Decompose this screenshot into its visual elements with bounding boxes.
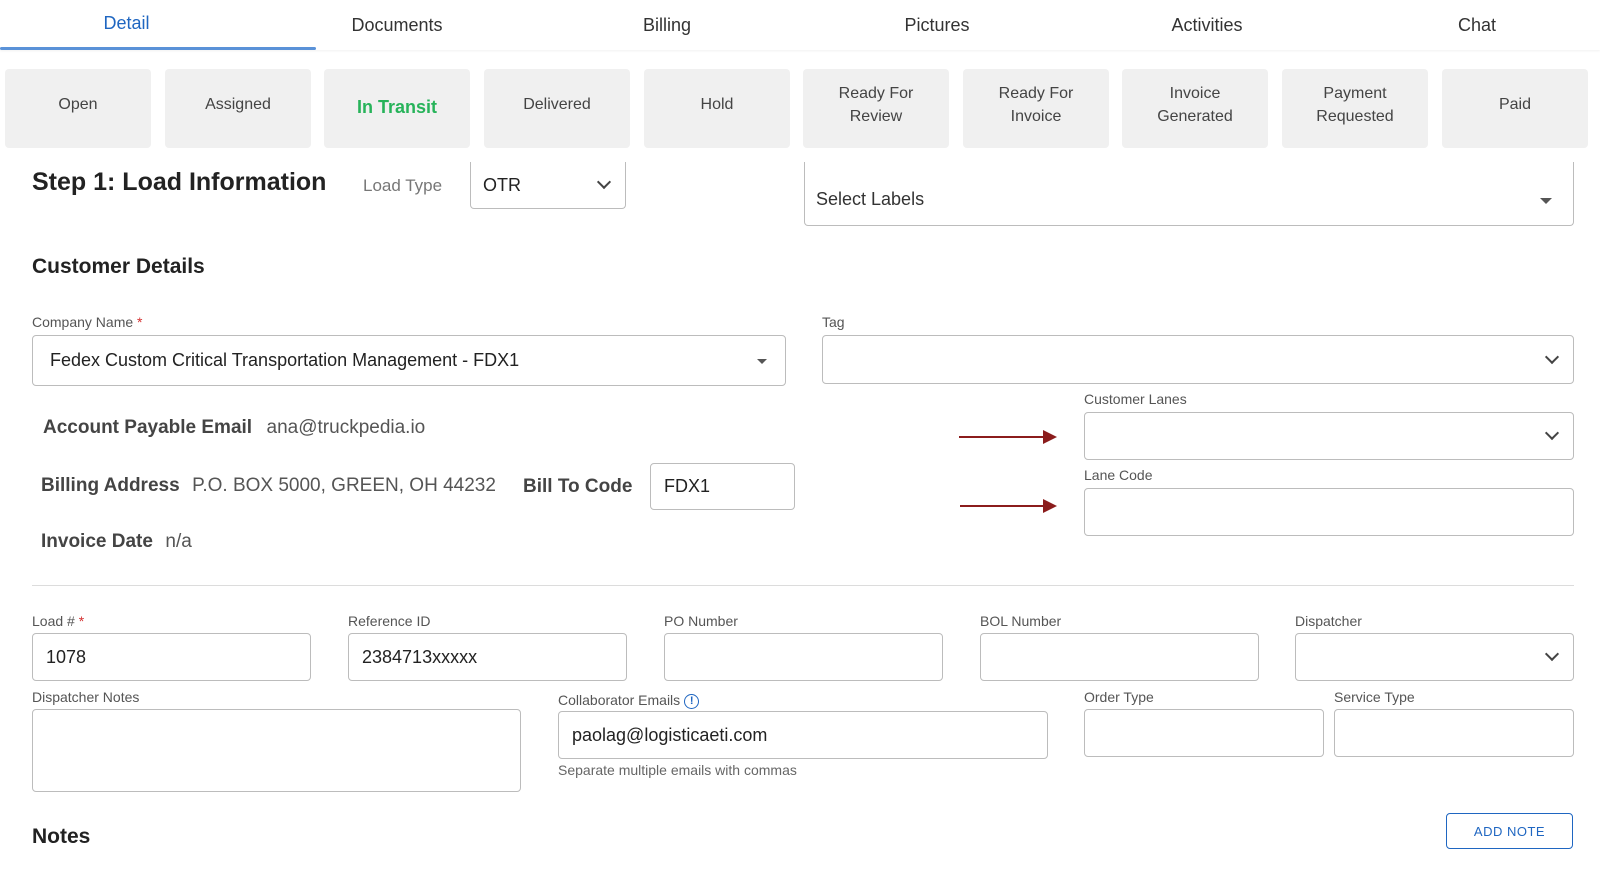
status-ready-for-invoice[interactable]: Ready For Invoice — [963, 69, 1109, 148]
company-name-value: Fedex Custom Critical Transportation Man… — [50, 350, 520, 370]
customer-details-heading: Customer Details — [32, 255, 205, 278]
dispatcher-label: Dispatcher — [1295, 613, 1362, 629]
status-invoice-generated[interactable]: Invoice Generated — [1122, 69, 1268, 148]
load-type-label: Load Type — [363, 176, 443, 195]
po-number-label: PO Number — [664, 613, 738, 629]
load-type-select[interactable]: OTR — [470, 162, 626, 209]
tab-documents[interactable]: Documents — [262, 0, 532, 50]
collaborator-emails-input[interactable]: paolag@logisticaeti.com — [558, 711, 1048, 759]
tab-bar: Detail Documents Billing Pictures Activi… — [0, 0, 1600, 50]
lane-code-input[interactable] — [1084, 488, 1574, 536]
lane-code-label: Lane Code — [1084, 467, 1153, 483]
status-hold[interactable]: Hold — [644, 69, 790, 148]
collaborator-emails-label: Collaborator Emails! — [558, 692, 700, 709]
load-type-value: OTR — [483, 174, 521, 195]
chevron-down-icon — [596, 174, 612, 190]
annotation-arrow-icon — [960, 499, 1057, 513]
account-payable-email: Account Payable Email ana@truckpedia.io — [43, 417, 425, 439]
billing-address-key: Billing Address — [41, 475, 180, 496]
bill-to-code-value: FDX1 — [664, 476, 711, 496]
tab-activities[interactable]: Activities — [1072, 0, 1342, 50]
bol-number-label: BOL Number — [980, 613, 1062, 629]
status-delivered[interactable]: Delivered — [484, 69, 630, 148]
status-ready-for-review[interactable]: Ready For Review — [803, 69, 949, 148]
tag-select[interactable] — [822, 335, 1574, 384]
account-payable-email-key: Account Payable Email — [43, 417, 253, 438]
status-in-transit[interactable]: In Transit — [324, 69, 470, 148]
info-icon[interactable]: ! — [684, 693, 700, 709]
caret-down-icon — [757, 358, 767, 364]
load-number-label: Load # * — [32, 613, 85, 629]
bol-number-input[interactable] — [980, 633, 1259, 681]
tab-chat[interactable]: Chat — [1342, 0, 1600, 50]
order-type-label: Order Type — [1084, 689, 1154, 705]
order-type-input[interactable] — [1084, 709, 1324, 757]
invoice-date-value: n/a — [165, 531, 192, 552]
bill-to-code-key: Bill To Code — [523, 476, 633, 497]
load-number-value: 1078 — [46, 646, 87, 667]
collaborator-emails-value: paolag@logisticaeti.com — [572, 724, 768, 745]
company-name-label: Company Name * — [32, 314, 143, 330]
section-divider — [32, 585, 1574, 586]
dispatcher-notes-textarea[interactable] — [32, 709, 521, 792]
customer-lanes-select[interactable] — [1084, 412, 1574, 460]
load-number-input[interactable]: 1078 — [32, 633, 311, 681]
dispatcher-notes-label: Dispatcher Notes — [32, 689, 140, 705]
tab-pictures[interactable]: Pictures — [802, 0, 1072, 50]
annotation-arrow-icon — [959, 430, 1057, 444]
dispatcher-select[interactable] — [1295, 633, 1574, 681]
status-payment-requested[interactable]: Payment Requested — [1282, 69, 1428, 148]
step-title: Step 1: Load Information — [32, 168, 327, 196]
reference-id-input[interactable]: 2384713xxxxx — [348, 633, 627, 681]
billing-address-value: P.O. BOX 5000, GREEN, OH 44232 — [192, 475, 496, 496]
status-assigned[interactable]: Assigned — [165, 69, 311, 148]
tag-label: Tag — [822, 314, 845, 330]
service-type-input[interactable] — [1334, 709, 1574, 757]
status-paid[interactable]: Paid — [1442, 69, 1588, 148]
customer-lanes-label: Customer Lanes — [1084, 391, 1187, 407]
select-labels-dropdown[interactable]: Select Labels — [804, 162, 1574, 226]
add-note-button[interactable]: ADD NOTE — [1446, 813, 1573, 849]
po-number-input[interactable] — [664, 633, 943, 681]
active-tab-indicator — [0, 47, 316, 50]
tab-billing[interactable]: Billing — [532, 0, 802, 50]
collaborator-emails-help: Separate multiple emails with commas — [558, 762, 797, 778]
invoice-date-key: Invoice Date — [41, 531, 153, 552]
billing-address: Billing Address P.O. BOX 5000, GREEN, OH… — [41, 475, 496, 497]
account-payable-email-value: ana@truckpedia.io — [266, 417, 426, 438]
notes-heading: Notes — [32, 825, 91, 848]
company-name-select[interactable]: Fedex Custom Critical Transportation Man… — [32, 335, 786, 386]
service-type-label: Service Type — [1334, 689, 1415, 705]
caret-down-icon — [1540, 197, 1552, 204]
chevron-down-icon — [1544, 349, 1560, 364]
chevron-down-icon — [1544, 425, 1560, 441]
chevron-down-icon — [1544, 646, 1560, 662]
invoice-date: Invoice Date n/a — [41, 531, 192, 553]
reference-id-label: Reference ID — [348, 613, 431, 629]
status-open[interactable]: Open — [5, 69, 151, 148]
reference-id-value: 2384713xxxxx — [362, 646, 478, 667]
select-labels-placeholder: Select Labels — [816, 189, 925, 209]
tab-detail[interactable]: Detail — [0, 0, 253, 50]
bill-to-code-input[interactable]: FDX1 — [650, 463, 795, 510]
